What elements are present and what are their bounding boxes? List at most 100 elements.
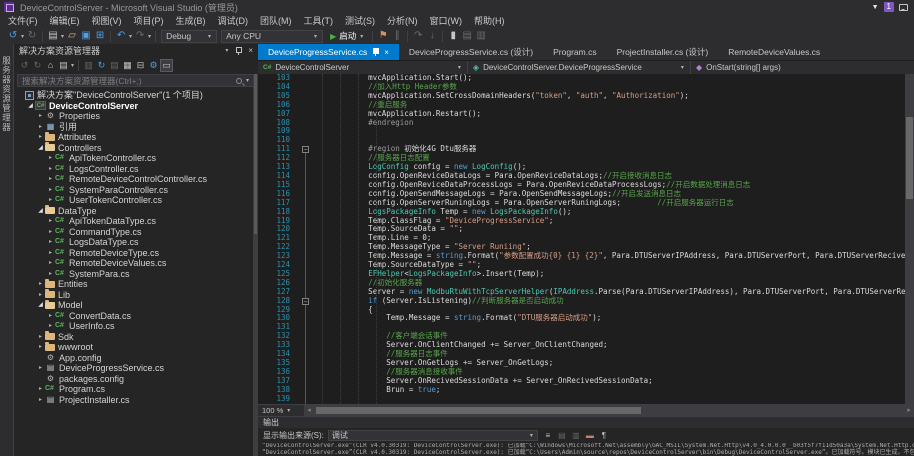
- expand-arrow-icon[interactable]: ▸: [36, 342, 45, 353]
- break-all-icon[interactable]: ∥: [390, 29, 404, 43]
- start-debug-button[interactable]: ▶ 启动 ▾: [330, 30, 364, 42]
- feedback-icon[interactable]: [899, 3, 908, 11]
- se-back-icon[interactable]: ↺: [18, 58, 31, 72]
- search-icon[interactable]: [235, 77, 242, 84]
- tab-DeviceProgressService.cs[interactable]: DeviceProgressService.cs ×: [258, 44, 399, 60]
- horizontal-scrollbar[interactable]: [314, 405, 904, 416]
- close-icon[interactable]: ×: [384, 48, 389, 57]
- new-file-icon[interactable]: ▤: [46, 29, 60, 43]
- tree-item-RemoteDeviceValues.cs[interactable]: ▸ C# RemoteDeviceValues.cs: [14, 258, 258, 269]
- open-file-icon[interactable]: ▱: [65, 29, 79, 43]
- scrollbar-thumb[interactable]: [906, 116, 913, 200]
- expand-arrow-icon[interactable]: ▸: [36, 395, 45, 406]
- code-line-109[interactable]: 109: [258, 127, 914, 136]
- tree-item-DeviceProgressService.cs[interactable]: ▸ ▤ DeviceProgressService.cs: [14, 363, 258, 374]
- menu-item-编辑(E)[interactable]: 编辑(E): [44, 14, 86, 28]
- solution-explorer-search-input[interactable]: 搜索解决方案资源管理器(Ctrl+;) ▾: [17, 74, 255, 87]
- tree-item-Controllers[interactable]: ◢ Controllers: [14, 142, 258, 154]
- code-editor[interactable]: 103 mvcApplication.Start(); 104 //加入Http …: [258, 74, 914, 404]
- expand-arrow-icon[interactable]: ▸: [36, 122, 45, 133]
- se-switch-views-icon[interactable]: ▤: [57, 58, 70, 72]
- tree-item-CommandType.cs[interactable]: ▸ C# CommandType.cs: [14, 227, 258, 238]
- navigate-forward-icon[interactable]: ↻: [25, 29, 39, 43]
- chevron-down-icon[interactable]: ▾: [71, 62, 74, 69]
- close-panel-icon[interactable]: ×: [248, 46, 253, 55]
- editor-vertical-scrollbar[interactable]: [905, 74, 914, 404]
- se-forward-icon[interactable]: ↻: [31, 58, 44, 72]
- uncomment-icon[interactable]: ▥: [474, 29, 488, 43]
- menu-item-文件(F)[interactable]: 文件(F): [2, 14, 44, 28]
- tree-item-Lib[interactable]: ▸ Lib: [14, 289, 258, 301]
- expand-arrow-icon[interactable]: ▸: [36, 279, 45, 290]
- output-source-dropdown[interactable]: 调试 ▾: [327, 430, 538, 441]
- collapse-arrow-icon[interactable]: ◢: [36, 300, 45, 311]
- output-clear-all-icon[interactable]: ▬: [584, 430, 596, 441]
- tab-ProjectInstaller.cs (设计)[interactable]: ProjectInstaller.cs (设计): [607, 44, 719, 60]
- tree-item-RemoteDeviceType.cs[interactable]: ▸ C# RemoteDeviceType.cs: [14, 248, 258, 259]
- output-goto-prev-icon[interactable]: ▤: [556, 430, 568, 441]
- se-show-all-files-icon[interactable]: ▦: [121, 58, 134, 72]
- se-collapse-all-icon[interactable]: ⊟: [134, 58, 147, 72]
- expand-arrow-icon[interactable]: ▸: [46, 164, 55, 175]
- output-goto-next-icon[interactable]: ▥: [570, 430, 582, 441]
- expand-arrow-icon[interactable]: ▸: [36, 290, 45, 301]
- expand-arrow-icon[interactable]: ▸: [46, 237, 55, 248]
- step-over-icon[interactable]: ↷: [411, 29, 425, 43]
- tree-item-packages.config[interactable]: ⚙ packages.config: [14, 374, 258, 385]
- tree-item-ConvertData.cs[interactable]: ▸ C# ConvertData.cs: [14, 311, 258, 322]
- expand-arrow-icon[interactable]: ▸: [46, 248, 55, 259]
- expand-arrow-icon[interactable]: ▸: [46, 227, 55, 238]
- se-pending-changes-icon[interactable]: ▥: [82, 58, 95, 72]
- comment-icon[interactable]: ▤: [460, 29, 474, 43]
- menu-item-分析(N)[interactable]: 分析(N): [381, 14, 424, 28]
- type-dropdown[interactable]: ◈ DeviceControlServer.DeviceProgressServ…: [468, 61, 691, 74]
- tab-RemoteDeviceValues.cs[interactable]: RemoteDeviceValues.cs: [718, 44, 830, 60]
- notifications-flag-icon[interactable]: ▼: [872, 4, 879, 11]
- solution-platform-dropdown[interactable]: Any CPU ▾: [221, 29, 324, 43]
- fold-collapse-icon[interactable]: –: [302, 146, 309, 154]
- expand-arrow-icon[interactable]: ▸: [46, 311, 55, 322]
- navigate-backward-icon[interactable]: ↺: [6, 29, 20, 43]
- expand-arrow-icon[interactable]: ▸: [46, 321, 55, 332]
- expand-arrow-icon[interactable]: ▸: [46, 185, 55, 196]
- se-refresh-icon[interactable]: ↻: [95, 58, 108, 72]
- step-into-icon[interactable]: ↓: [425, 29, 439, 43]
- tree-item-引用[interactable]: ▸ ▦ 引用: [14, 122, 258, 133]
- menu-item-项目(P)[interactable]: 项目(P): [128, 14, 170, 28]
- expand-arrow-icon[interactable]: ▸: [46, 153, 55, 164]
- notification-count-badge[interactable]: 1: [883, 2, 894, 12]
- expand-arrow-icon[interactable]: ▸: [46, 216, 55, 227]
- code-line-130[interactable]: 130 Temp.Message = string.Format("DTU服务器…: [258, 314, 914, 323]
- attach-process-icon[interactable]: ⚑: [376, 29, 390, 43]
- expand-arrow-icon[interactable]: ▸: [46, 174, 55, 185]
- output-log-lines[interactable]: “DeviceControlServer.exe”(CLR v4.0.30319…: [258, 443, 914, 456]
- line-number[interactable]: 139: [258, 394, 298, 404]
- expand-arrow-icon[interactable]: ▸: [36, 332, 45, 343]
- tree-item-Program.cs[interactable]: ▸ C# Program.cs: [14, 384, 258, 395]
- undo-icon[interactable]: ↶: [114, 29, 128, 43]
- tree-item-RemoteDeviceControlController.cs[interactable]: ▸ C# RemoteDeviceControlController.cs: [14, 174, 258, 185]
- code-line-138[interactable]: 138 Brun = true;: [258, 385, 914, 395]
- tree-item-LogsDataType.cs[interactable]: ▸ C# LogsDataType.cs: [14, 237, 258, 248]
- chevron-down-icon[interactable]: ▾: [61, 33, 64, 40]
- tab-Program.cs[interactable]: Program.cs: [543, 44, 606, 60]
- expand-arrow-icon[interactable]: ▸: [46, 195, 55, 206]
- tree-item-解决方案"DeviceControlServer"(1 个项目)[interactable]: 解决方案"DeviceControlServer"(1 个项目): [14, 90, 258, 101]
- menu-item-团队(M)[interactable]: 团队(M): [254, 14, 298, 28]
- menu-item-窗口(W)[interactable]: 窗口(W): [424, 14, 469, 28]
- auto-hide-pin-icon[interactable]: [235, 46, 243, 55]
- save-all-icon[interactable]: ⊞: [93, 29, 107, 43]
- scroll-right-arrow-icon[interactable]: ▸: [904, 405, 914, 416]
- solution-configuration-dropdown[interactable]: Debug ▾: [161, 29, 218, 43]
- expand-arrow-icon[interactable]: ▸: [36, 132, 45, 143]
- tree-item-SystemParaController.cs[interactable]: ▸ C# SystemParaController.cs: [14, 185, 258, 196]
- tree-item-UserTokenController.cs[interactable]: ▸ C# UserTokenController.cs: [14, 195, 258, 206]
- expand-arrow-icon[interactable]: ▸: [46, 258, 55, 269]
- tree-item-App.config[interactable]: ⚙ App.config: [14, 353, 258, 364]
- expand-arrow-icon[interactable]: ▸: [36, 363, 45, 374]
- pin-icon[interactable]: [372, 48, 380, 56]
- collapse-arrow-icon[interactable]: ◢: [36, 206, 45, 217]
- output-messages-icon[interactable]: ≡: [542, 430, 554, 441]
- tree-item-ProjectInstaller.cs[interactable]: ▸ ▤ ProjectInstaller.cs: [14, 395, 258, 406]
- chevron-down-icon[interactable]: ▾: [129, 33, 132, 40]
